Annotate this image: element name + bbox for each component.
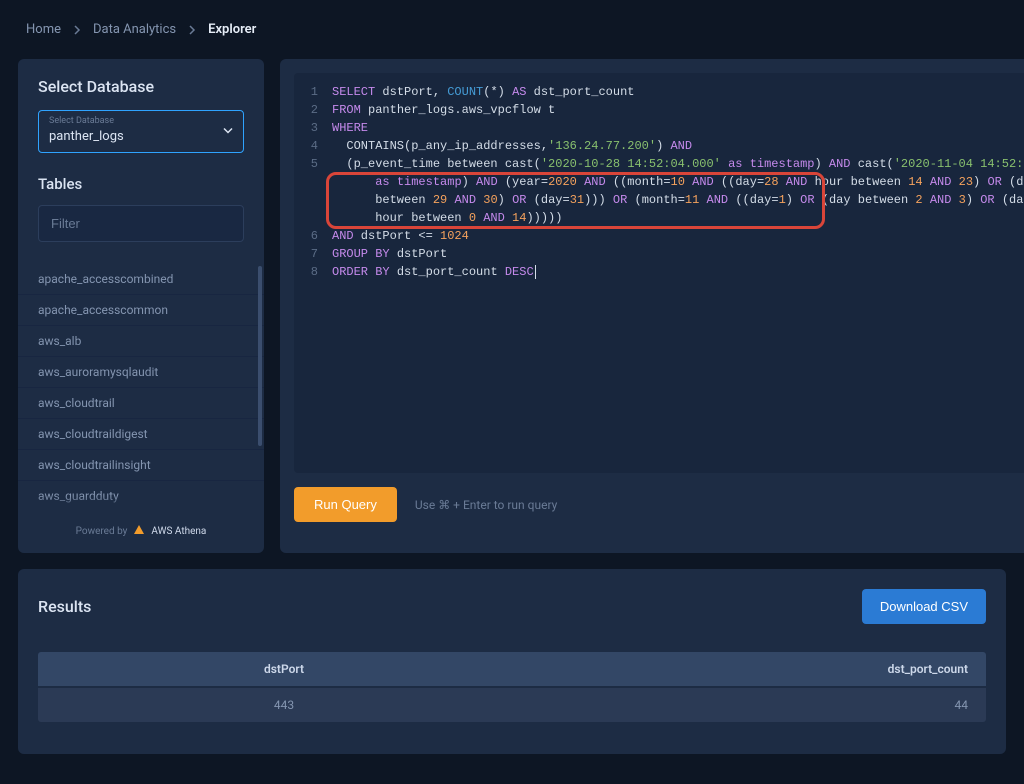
code-line: 4 CONTAINS(p_any_ip_addresses,'136.24.77… xyxy=(294,137,1024,155)
cell: 44 xyxy=(512,698,968,712)
sidebar: Select Database Select Database panther_… xyxy=(18,59,264,553)
code-line: as timestamp) AND (year=2020 AND ((month… xyxy=(294,173,1024,191)
table-item[interactable]: aws_auroramysqlaudit xyxy=(18,357,264,388)
table-row: 44344 xyxy=(38,688,986,722)
table-item[interactable]: aws_cloudtrailinsight xyxy=(18,450,264,481)
results-col-2: dst_port_count xyxy=(512,662,968,676)
run-hint: Use ⌘ + Enter to run query xyxy=(415,498,557,512)
select-database-heading: Select Database xyxy=(38,77,244,96)
results-table: dstPort dst_port_count 44344 xyxy=(38,652,986,722)
download-csv-button[interactable]: Download CSV xyxy=(862,589,986,624)
code-line: 2FROM panther_logs.aws_vpcflow t xyxy=(294,101,1024,119)
code-line: 3WHERE xyxy=(294,119,1024,137)
table-item[interactable]: aws_guardduty xyxy=(18,481,264,510)
chevron-right-icon xyxy=(73,25,81,35)
database-select-label: Select Database xyxy=(49,117,233,126)
tables-list: apache_accesscombinedapache_accesscommon… xyxy=(18,264,264,510)
results-header-row: dstPort dst_port_count xyxy=(38,652,986,686)
chevron-down-icon xyxy=(223,124,233,139)
table-item[interactable]: aws_cloudtraildigest xyxy=(18,419,264,450)
breadcrumb: Home Data Analytics Explorer xyxy=(18,0,1006,59)
run-query-button[interactable]: Run Query xyxy=(294,487,397,522)
code-line: 1SELECT dstPort, COUNT(*) AS dst_port_co… xyxy=(294,83,1024,101)
query-panel: 1SELECT dstPort, COUNT(*) AS dst_port_co… xyxy=(280,59,1024,553)
tables-filter-input[interactable] xyxy=(38,205,244,242)
table-item[interactable]: apache_accesscombined xyxy=(18,264,264,295)
breadcrumb-item[interactable]: Data Analytics xyxy=(93,22,176,37)
code-line: 8ORDER BY dst_port_count DESC xyxy=(294,263,1024,281)
results-col-1: dstPort xyxy=(56,662,512,676)
chevron-right-icon xyxy=(188,25,196,35)
powered-by-label: Powered by xyxy=(76,526,128,537)
code-line: hour between 0 AND 14))))) xyxy=(294,209,1024,227)
code-line: between 29 AND 30) OR (day=31))) OR (mon… xyxy=(294,191,1024,209)
breadcrumb-item[interactable]: Explorer xyxy=(208,22,256,37)
breadcrumb-item[interactable]: Home xyxy=(26,22,61,37)
table-item[interactable]: aws_cloudtrail xyxy=(18,388,264,419)
database-select[interactable]: Select Database panther_logs xyxy=(38,110,244,153)
results-panel: Results Download CSV dstPort dst_port_co… xyxy=(18,569,1006,754)
sql-editor[interactable]: 1SELECT dstPort, COUNT(*) AS dst_port_co… xyxy=(294,73,1024,473)
powered-by: Powered by AWS Athena xyxy=(38,510,244,539)
database-select-value: panther_logs xyxy=(49,129,233,144)
athena-icon xyxy=(133,524,145,539)
table-item[interactable]: apache_accesscommon xyxy=(18,295,264,326)
code-line: 7GROUP BY dstPort xyxy=(294,245,1024,263)
results-heading: Results xyxy=(38,597,91,616)
tables-heading: Tables xyxy=(38,175,244,193)
tables-scrollbar[interactable] xyxy=(258,266,262,446)
athena-label: AWS Athena xyxy=(151,526,206,537)
code-line: 5 (p_event_time between cast('2020-10-28… xyxy=(294,155,1024,173)
cell: 443 xyxy=(56,698,512,712)
code-line: 6AND dstPort <= 1024 xyxy=(294,227,1024,245)
table-item[interactable]: aws_alb xyxy=(18,326,264,357)
